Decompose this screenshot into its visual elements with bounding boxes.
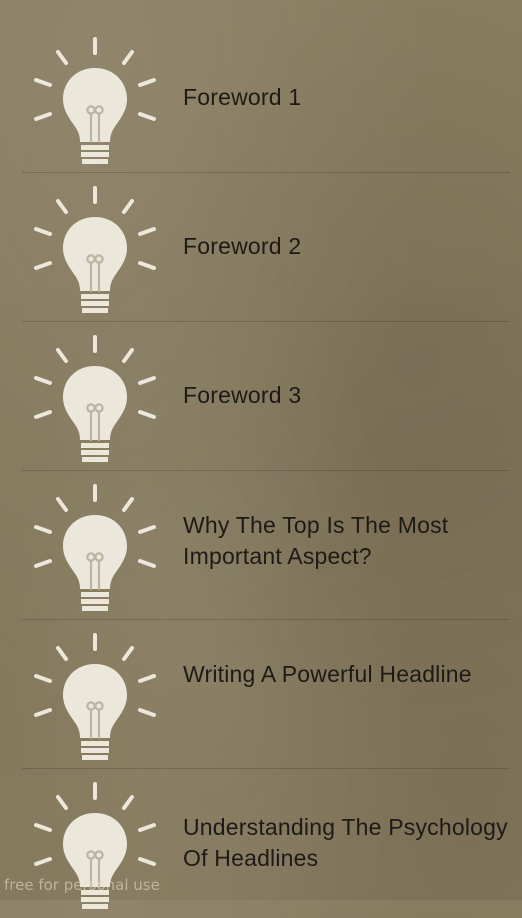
list-divider — [22, 172, 510, 173]
lightbulb-icon — [30, 36, 160, 166]
lightbulb-icon — [30, 185, 160, 315]
list-divider — [22, 768, 510, 769]
list-item-label: Foreword 1 — [183, 84, 302, 110]
list-item-psychology-headlines[interactable]: Understanding The Psychology Of Headline… — [0, 769, 522, 918]
list-item-foreword-1[interactable]: Foreword 1 — [0, 24, 522, 173]
list-item-powerful-headline[interactable]: Writing A Powerful Headline — [0, 620, 522, 769]
lightbulb-icon — [30, 632, 160, 762]
list-divider — [22, 470, 510, 471]
chapter-list: Foreword 1 Foreword 2 Foreword 3 Why The… — [0, 0, 522, 909]
list-item-label: Foreword 3 — [183, 382, 302, 408]
list-item-top-most-important[interactable]: Why The Top Is The Most Important Aspect… — [0, 471, 522, 620]
lightbulb-icon — [30, 334, 160, 464]
list-item-foreword-3[interactable]: Foreword 3 — [0, 322, 522, 471]
list-item-label: Why The Top Is The Most Important Aspect… — [183, 512, 449, 569]
lightbulb-icon — [30, 483, 160, 613]
list-item-foreword-2[interactable]: Foreword 2 — [0, 173, 522, 322]
list-divider — [22, 619, 510, 620]
list-item-label: Foreword 2 — [183, 233, 302, 259]
list-item-label: Understanding The Psychology Of Headline… — [183, 814, 508, 871]
watermark-text: free for personal use — [4, 876, 160, 894]
list-item-label: Writing A Powerful Headline — [183, 661, 472, 687]
list-divider — [22, 321, 510, 322]
